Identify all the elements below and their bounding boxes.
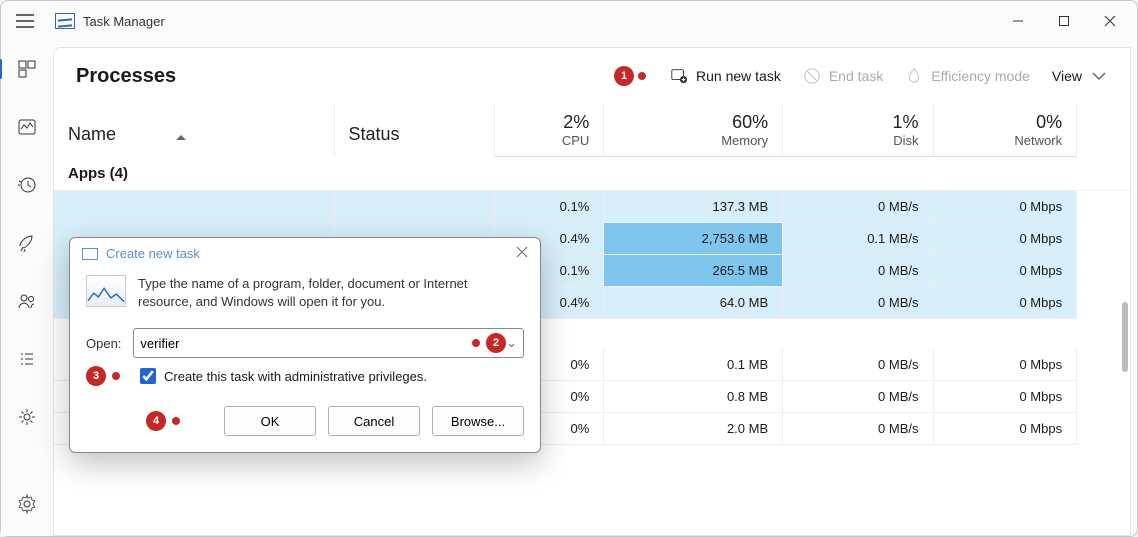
admin-checkbox[interactable]	[140, 368, 156, 384]
page-title: Processes	[76, 65, 176, 88]
dialog-close-button[interactable]	[516, 246, 528, 261]
group-apps[interactable]: Apps (4)	[54, 157, 1130, 191]
cpu-pct[interactable]: 2%	[494, 104, 604, 133]
efficiency-button[interactable]: Efficiency mode	[905, 67, 1030, 85]
network-pct[interactable]: 0%	[933, 104, 1077, 133]
minimize-button[interactable]	[995, 3, 1041, 39]
table-row[interactable]: 0.1%137.3 MB0 MB/s0 Mbps	[54, 191, 1130, 223]
dialog-icon	[82, 248, 98, 260]
annotation-1: 1	[614, 66, 646, 86]
col-status[interactable]: Status	[334, 104, 494, 157]
window-controls	[995, 3, 1133, 39]
col-name[interactable]: Name	[54, 104, 334, 157]
efficiency-label: Efficiency mode	[931, 68, 1030, 84]
cancel-button[interactable]: Cancel	[328, 406, 420, 436]
run-new-task-label: Run new task	[696, 68, 781, 84]
open-input[interactable]	[140, 336, 472, 351]
col-cpu[interactable]: CPU	[494, 133, 604, 157]
sidebar-settings[interactable]	[7, 484, 47, 524]
chevron-down-icon[interactable]: ⌄	[506, 335, 517, 351]
end-task-label: End task	[829, 68, 883, 84]
app-icon	[55, 13, 75, 29]
browse-button[interactable]: Browse...	[432, 406, 524, 436]
disk-pct[interactable]: 1%	[783, 104, 933, 133]
sidebar-services[interactable]	[7, 397, 47, 437]
sidebar-processes[interactable]	[7, 49, 47, 89]
menu-button[interactable]	[5, 1, 45, 41]
close-button[interactable]	[1087, 3, 1133, 39]
memory-pct[interactable]: 60%	[604, 104, 783, 133]
end-task-button[interactable]: End task	[803, 67, 883, 85]
view-dropdown[interactable]: View	[1052, 67, 1108, 85]
ok-button[interactable]: OK	[224, 406, 316, 436]
scrollbar-thumb[interactable]	[1122, 302, 1128, 372]
dialog-description: Type the name of a program, folder, docu…	[138, 275, 524, 310]
chevron-down-icon	[1090, 67, 1108, 85]
create-task-dialog: Create new task Type the name of a progr…	[69, 237, 541, 453]
sidebar	[1, 41, 53, 536]
sidebar-history[interactable]	[7, 165, 47, 205]
sidebar-performance[interactable]	[7, 107, 47, 147]
open-label: Open:	[86, 336, 121, 351]
sort-asc-icon	[176, 135, 186, 140]
dialog-illustration	[86, 275, 126, 307]
maximize-button[interactable]	[1041, 3, 1087, 39]
dialog-titlebar: Create new task	[70, 238, 540, 269]
annotation-3: 3	[86, 366, 120, 386]
col-disk[interactable]: Disk	[783, 133, 933, 157]
annotation-4: 4	[146, 406, 180, 436]
col-memory[interactable]: Memory	[604, 133, 783, 157]
dialog-title: Create new task	[106, 246, 200, 261]
admin-label: Create this task with administrative pri…	[164, 369, 427, 384]
view-label: View	[1052, 68, 1082, 84]
app-title: Task Manager	[83, 14, 165, 29]
col-network[interactable]: Network	[933, 133, 1077, 157]
annotation-2: 2	[472, 333, 506, 353]
sidebar-startup[interactable]	[7, 223, 47, 263]
sidebar-details[interactable]	[7, 339, 47, 379]
window: Task Manager Processes 1	[0, 0, 1138, 537]
open-combo[interactable]: 2 ⌄	[133, 328, 524, 358]
titlebar: Task Manager	[1, 1, 1137, 41]
page-header: Processes 1 Run new task End task	[54, 48, 1130, 104]
run-new-task-button[interactable]: Run new task	[670, 67, 781, 85]
sidebar-users[interactable]	[7, 281, 47, 321]
